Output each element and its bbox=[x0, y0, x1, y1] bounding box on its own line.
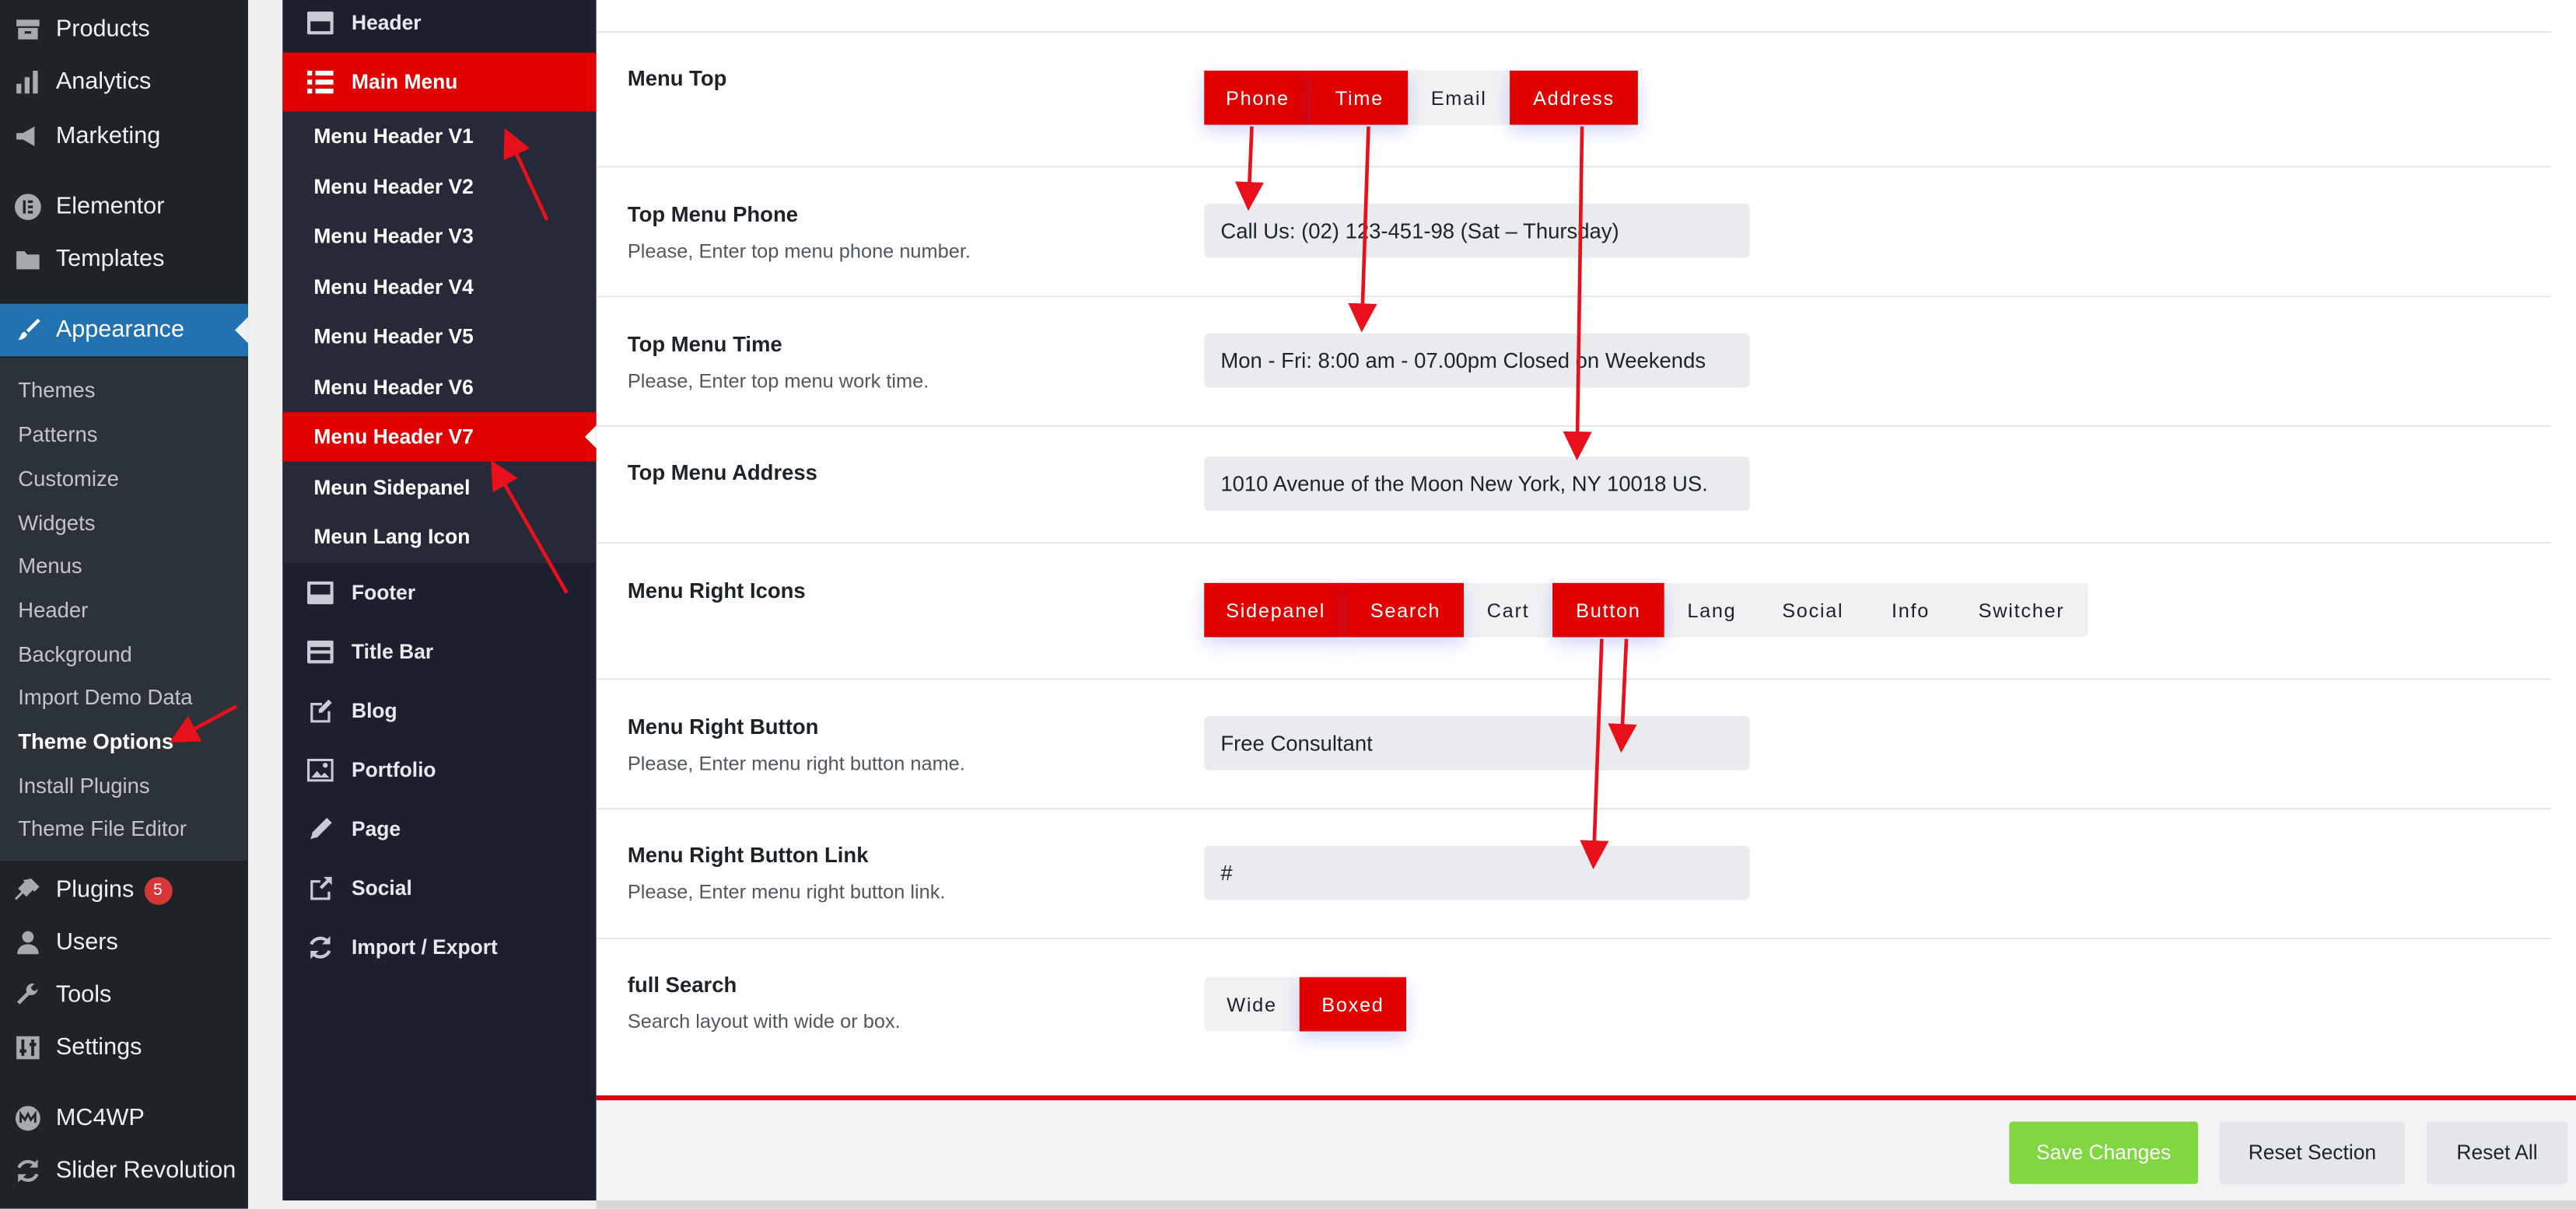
annotation-arrows bbox=[169, 126, 1637, 870]
